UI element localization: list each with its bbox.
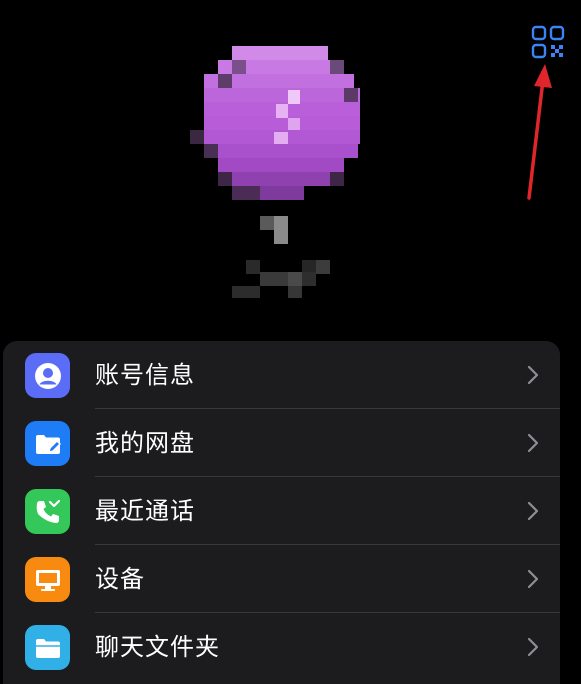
menu-item-recent-calls[interactable]: 最近通话 [3,477,560,545]
phone-call-icon [25,489,70,534]
chevron-right-icon [527,637,539,657]
menu-item-label: 聊天文件夹 [95,633,220,661]
settings-menu: 账号信息 我的网盘 最近通话 设备 聊天文件夹 [3,341,560,684]
menu-item-label: 最近通话 [95,497,195,525]
menu-item-account-info[interactable]: 账号信息 [3,341,560,409]
monitor-icon [25,557,70,602]
menu-item-devices[interactable]: 设备 [3,545,560,613]
chevron-right-icon [527,365,539,385]
avatar[interactable] [188,40,372,300]
menu-item-cloud-drive[interactable]: 我的网盘 [3,409,560,477]
menu-item-chat-folders[interactable]: 聊天文件夹 [3,613,560,681]
menu-item-label: 设备 [95,565,145,593]
chevron-right-icon [527,569,539,589]
menu-item-label: 我的网盘 [95,429,195,457]
qr-code-icon [531,25,565,59]
chevron-right-icon [527,501,539,521]
folder-edit-icon [25,421,70,466]
pixelated-balloon-avatar [190,46,360,298]
person-icon [25,353,70,398]
qr-code-button[interactable] [530,24,568,62]
chevron-right-icon [527,433,539,453]
menu-item-label: 账号信息 [95,361,195,389]
folder-icon [25,625,70,670]
